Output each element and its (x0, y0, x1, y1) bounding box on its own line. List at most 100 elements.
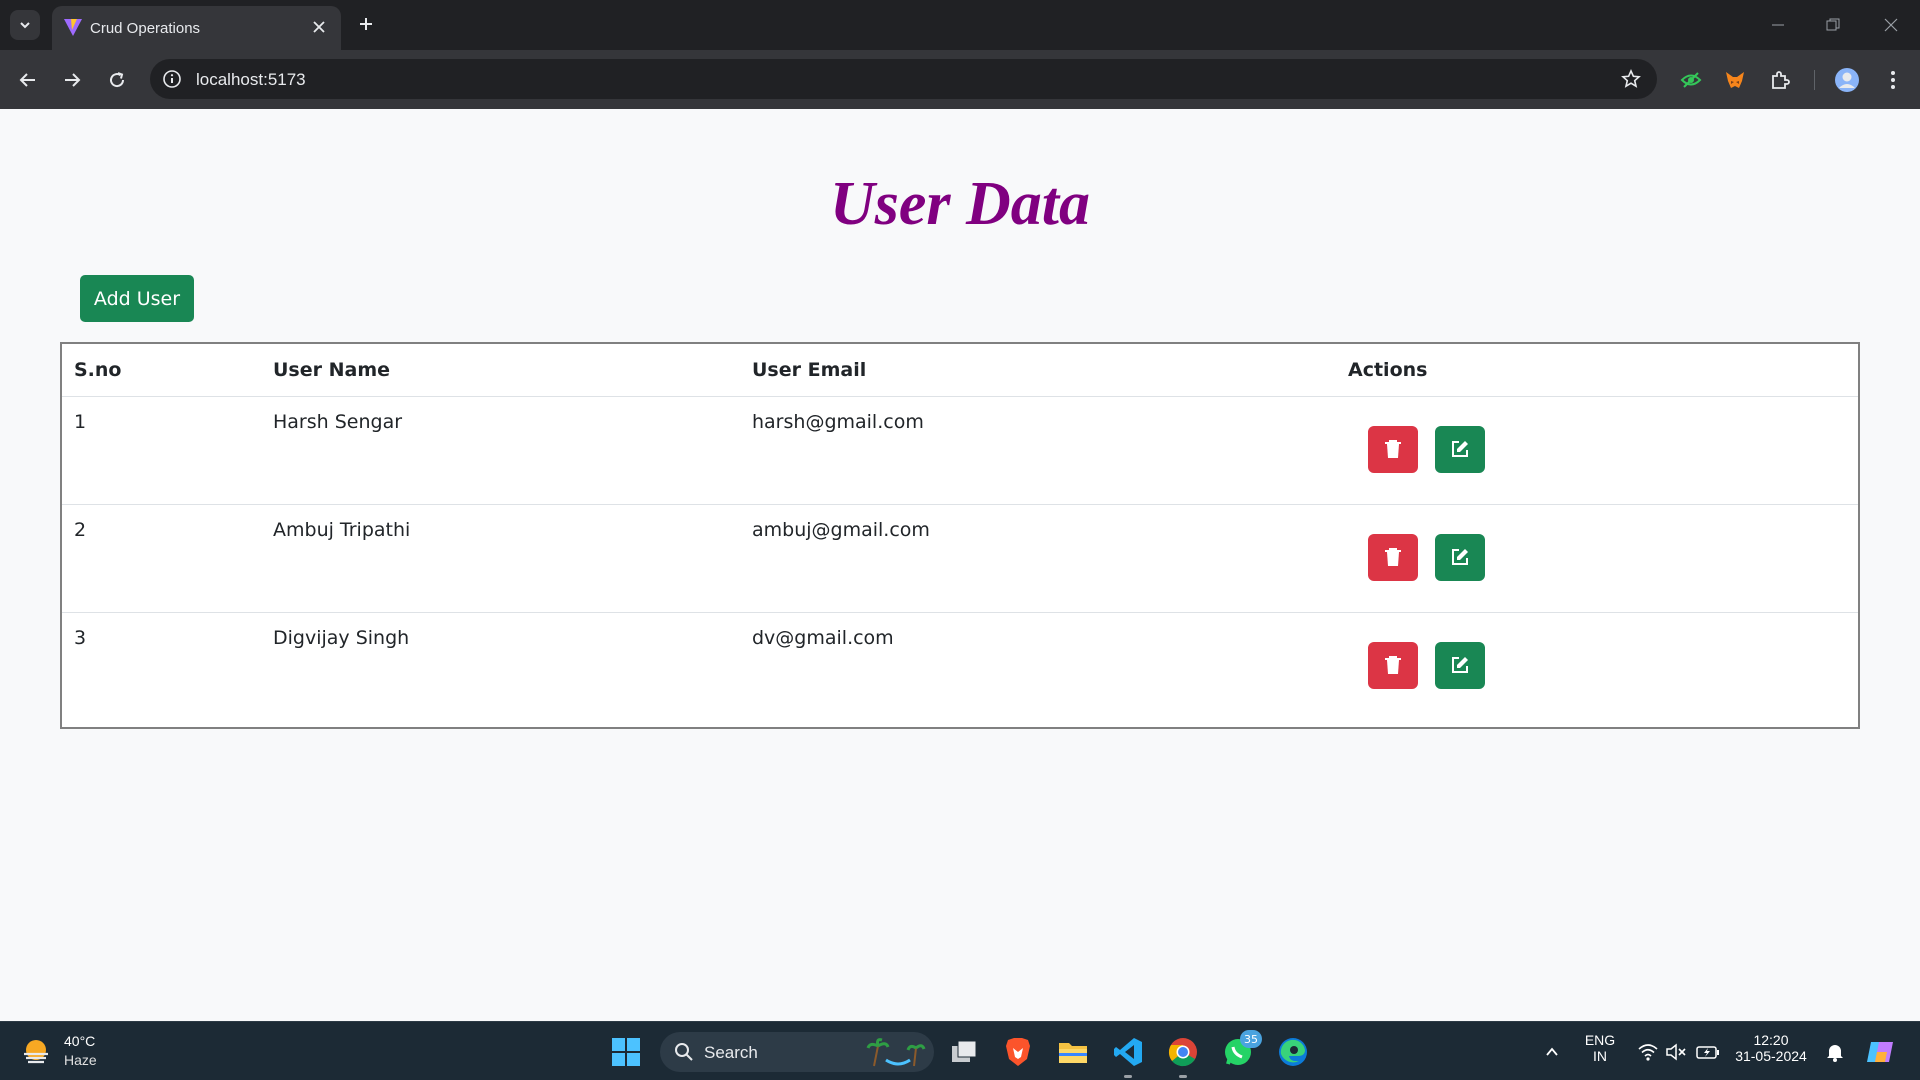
taskbar-search[interactable]: Search (660, 1032, 934, 1072)
cell-actions (1336, 504, 1858, 613)
delete-button[interactable] (1368, 533, 1418, 581)
plus-icon (360, 18, 372, 30)
edit-button[interactable] (1435, 425, 1485, 473)
bookmark-button[interactable] (1619, 67, 1643, 91)
edit-button[interactable] (1435, 641, 1485, 689)
cell-user-email: dv@gmail.com (752, 626, 894, 649)
chevron-down-icon (20, 22, 30, 29)
trash-icon (1385, 548, 1401, 566)
edit-button[interactable] (1435, 533, 1485, 581)
cell-sno: 2 (62, 504, 261, 613)
restore-icon (1826, 18, 1840, 31)
browser-tab-bar: Crud Operations (0, 0, 1920, 50)
profile-button[interactable] (1832, 65, 1862, 95)
cell-sno: 3 (74, 626, 87, 649)
fox-icon (1726, 72, 1744, 88)
start-button[interactable] (608, 1034, 644, 1070)
table-row: 2 Ambuj Tripathi ambuj@gmail.com (62, 504, 1858, 613)
reload-icon (110, 72, 125, 88)
back-button[interactable] (13, 65, 43, 95)
battery-button[interactable] (1690, 1034, 1726, 1070)
vscode-icon (1114, 1038, 1142, 1066)
toolbar-divider (1814, 70, 1815, 90)
running-indicator (1124, 1075, 1132, 1078)
puzzle-icon (1772, 71, 1790, 89)
header-sno: S.no (62, 344, 261, 397)
restore-button[interactable] (1818, 12, 1848, 38)
more-vertical-icon (1891, 71, 1895, 89)
site-info-button[interactable] (160, 67, 184, 91)
chrome-icon (1168, 1038, 1197, 1067)
header-user-name: User Name (261, 344, 740, 397)
address-bar[interactable]: localhost:5173 (150, 59, 1657, 99)
show-hidden-icons-button[interactable] (1534, 1034, 1570, 1070)
volume-muted-icon (1666, 1043, 1686, 1061)
star-icon (1621, 69, 1641, 88)
close-window-button[interactable] (1876, 12, 1906, 38)
reload-button[interactable] (102, 65, 132, 95)
delete-button[interactable] (1368, 425, 1418, 473)
table-row: 1 Harsh Sengar harsh@gmail.com (62, 396, 1858, 505)
cell-user-email: harsh@gmail.com (740, 396, 1336, 505)
new-tab-button[interactable] (352, 10, 380, 38)
extension-metamask-button[interactable] (1720, 65, 1750, 95)
clock-time: 12:20 (1753, 1032, 1789, 1048)
region-code: IN (1593, 1048, 1607, 1064)
battery-charging-icon (1696, 1046, 1719, 1059)
brave-lion-icon (1006, 1038, 1030, 1066)
browser-toolbar: localhost:5173 (0, 50, 1920, 109)
file-explorer-button[interactable] (1055, 1034, 1091, 1070)
edit-icon (1452, 549, 1468, 565)
delete-button[interactable] (1368, 641, 1418, 689)
page-title: User Data (829, 170, 1091, 238)
user-table: S.no User Name User Email Actions 1 Hars… (62, 344, 1858, 720)
user-table-container: S.no User Name User Email Actions 1 Hars… (60, 342, 1860, 729)
brave-browser-button[interactable] (1000, 1034, 1036, 1070)
header-user-email: User Email (740, 344, 1336, 397)
close-tab-button[interactable] (307, 15, 331, 39)
folder-icon (1059, 1043, 1087, 1063)
wifi-icon (1638, 1044, 1658, 1061)
task-view-icon (952, 1040, 977, 1062)
vite-logo-icon (64, 19, 82, 36)
browser-menu-button[interactable] (1878, 65, 1908, 95)
windows-logo-icon (612, 1038, 640, 1066)
browser-tab[interactable]: Crud Operations (52, 6, 341, 50)
beach-decoration-icon (866, 1038, 926, 1067)
minimize-icon (1772, 24, 1784, 26)
header-actions: Actions (1336, 344, 1858, 397)
chevron-up-icon (1546, 1047, 1558, 1056)
cell-sno: 1 (62, 396, 261, 505)
cell-actions (1336, 396, 1858, 505)
notifications-button[interactable] (1817, 1034, 1853, 1070)
cell-user-name: Ambuj Tripathi (261, 504, 740, 613)
eye-slash-icon (1680, 72, 1702, 88)
whatsapp-notification-badge: 35 (1240, 1030, 1262, 1048)
add-user-button[interactable]: Add User (80, 275, 194, 322)
table-header-row: S.no User Name User Email Actions (62, 344, 1858, 397)
trash-icon (1385, 656, 1401, 674)
extension-eye-button[interactable] (1676, 65, 1706, 95)
edit-icon (1452, 441, 1468, 457)
running-indicator (1179, 1075, 1187, 1078)
minimize-button[interactable] (1763, 12, 1793, 38)
weather-description: Haze (64, 1052, 97, 1068)
task-view-button[interactable] (946, 1034, 982, 1070)
chrome-button[interactable] (1165, 1034, 1201, 1078)
copilot-icon (1867, 1042, 1893, 1062)
extensions-button[interactable] (1765, 65, 1795, 95)
clock[interactable]: 12:20 31-05-2024 (1733, 1032, 1809, 1064)
whatsapp-button[interactable]: 35 (1220, 1030, 1262, 1070)
vscode-button[interactable] (1110, 1034, 1146, 1078)
close-icon (313, 21, 325, 33)
language-indicator[interactable]: ENG IN (1583, 1032, 1617, 1064)
forward-button[interactable] (57, 65, 87, 95)
tab-search-button[interactable] (10, 10, 40, 40)
close-icon (1884, 18, 1898, 32)
avatar (1835, 68, 1859, 92)
copilot-button[interactable] (1862, 1034, 1898, 1070)
tab-title: Crud Operations (90, 20, 201, 37)
edge-button[interactable] (1275, 1034, 1311, 1070)
arrow-right-icon (65, 73, 81, 87)
volume-button[interactable] (1658, 1034, 1694, 1070)
